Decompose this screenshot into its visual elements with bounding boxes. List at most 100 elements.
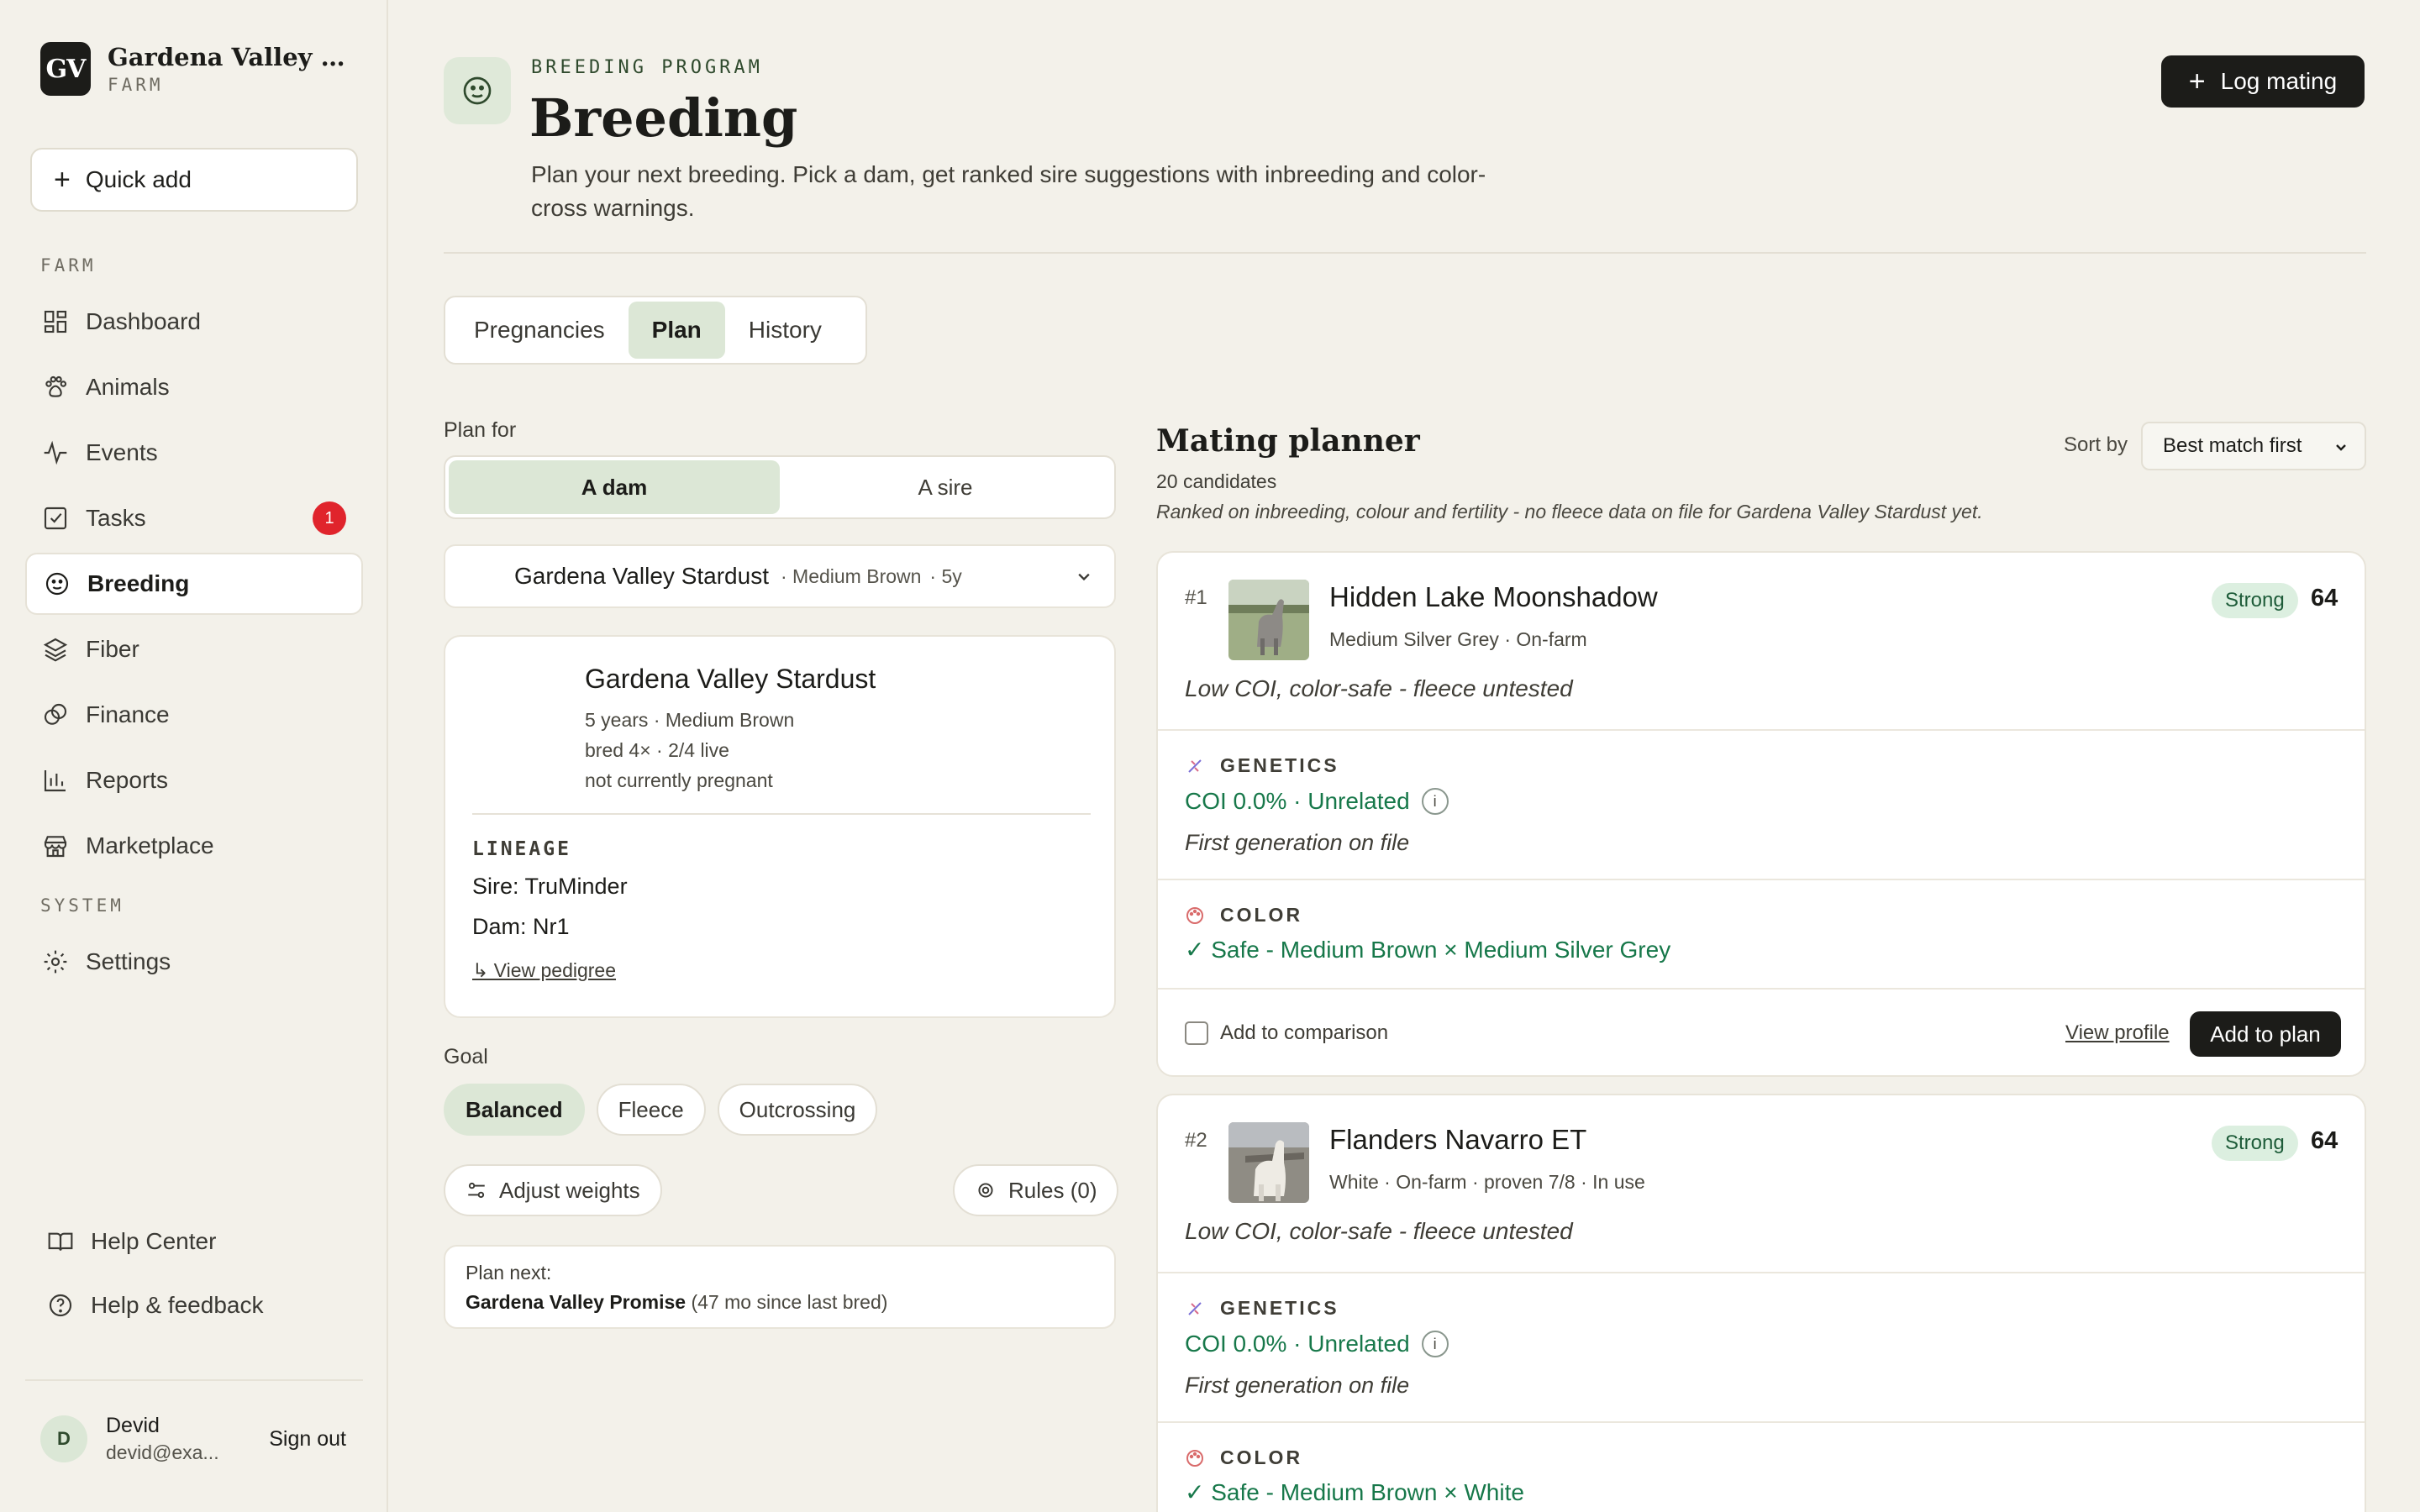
dna-icon [1188,1301,1202,1315]
sidebar-item-reports[interactable]: Reports [25,749,363,811]
match-score: 64 [2311,585,2338,612]
nav-section-system: SYSTEM [40,895,124,916]
view-profile-link[interactable]: View profile [2065,1021,2170,1045]
candidate-card: #1 Hidden Lake Moonshadow Medium Silver … [1156,551,2366,1077]
candidate-name[interactable]: Flanders Navarro ET [1329,1124,1586,1156]
plan-next-label: Plan next: [466,1262,552,1284]
coins-icon [42,701,69,728]
tab-plan[interactable]: Plan [628,302,725,359]
sidebar: GV Gardena Valley Alp... FARM + Quick ad… [0,0,388,1512]
match-score: 64 [2311,1127,2338,1154]
gear-icon [978,1183,993,1198]
info-icon[interactable]: i [1421,788,1449,815]
goal-balanced[interactable]: Balanced [444,1084,585,1136]
mating-planner-title: Mating planner [1156,423,1420,459]
animal-select-age: · 5y [929,564,962,587]
candidate-card: #2 Flanders Navarro ET White · On-farm ·… [1156,1094,2366,1512]
sort-select[interactable]: Best match first [2141,422,2366,470]
breeding-header-icon [444,57,511,124]
candidate-summary: Low COI, color-safe - fleece untested [1185,1218,1573,1244]
dam-age-color: 5 years · Medium Brown [585,709,795,731]
view-pedigree-link[interactable]: ↳ View pedigree [472,959,616,982]
log-mating-label: Log mating [2220,68,2338,94]
brand-logo: GV [40,42,91,96]
adjust-weights-button[interactable]: Adjust weights [444,1164,662,1216]
sidebar-item-label: Fiber [86,636,139,662]
user-email: devid@exa... [106,1441,219,1463]
brand[interactable]: GV Gardena Valley Alp... FARM [40,42,360,96]
brand-subtitle: FARM [108,75,164,95]
quick-add-button[interactable]: + Quick add [30,148,358,212]
candidate-name[interactable]: Hidden Lake Moonshadow [1329,581,1658,613]
plan-next-name: Gardena Valley Promise [466,1291,687,1313]
coi-text: COI 0.0% · Unrelated [1185,1331,1410,1357]
paw-icon [42,374,69,401]
dam-breeding-record: bred 4× · 2/4 live [585,739,729,761]
divider [472,813,1091,815]
goal-fleece[interactable]: Fleece [596,1084,706,1136]
layers-icon [42,636,69,663]
add-to-comparison-checkbox[interactable]: Add to comparison [1185,1021,1388,1045]
help-feedback-link[interactable]: Help & feedback [47,1292,263,1319]
goal-outcrossing[interactable]: Outcrossing [717,1084,878,1136]
sidebar-item-fiber[interactable]: Fiber [25,618,363,680]
sidebar-item-dashboard[interactable]: Dashboard [25,291,363,353]
candidate-actions: Add to comparison View profile Add to pl… [1158,988,2365,1075]
sidebar-item-label: Finance [86,701,170,727]
plus-icon: + [54,163,71,196]
sidebar-item-label: Settings [86,948,171,974]
color-heading: COLOR [1185,1446,1302,1469]
plan-for-dam-option[interactable]: A dam [449,460,780,514]
sidebar-item-label: Animals [86,374,170,400]
plus-icon: + [2188,65,2206,97]
sidebar-item-label: Dashboard [86,308,201,334]
genetics-heading-label: GENETICS [1220,754,1339,776]
plan-next-card[interactable]: Plan next: Gardena Valley Promise (47 mo… [444,1245,1116,1329]
candidate-rank: #2 [1185,1129,1207,1152]
rules-button[interactable]: Rules (0) [953,1164,1119,1216]
checkbox[interactable] [1185,1021,1208,1045]
plan-for-sire-option[interactable]: A sire [780,460,1111,514]
quick-add-label: Quick add [85,166,192,192]
info-icon[interactable]: i [1421,1331,1449,1357]
sidebar-item-label: Reports [86,767,169,793]
color-heading-label: COLOR [1220,904,1303,926]
sidebar-item-label: Tasks [86,505,146,531]
sidebar-item-marketplace[interactable]: Marketplace [25,815,363,877]
page-title: Breeding [529,87,798,149]
dam-name: Gardena Valley Stardust [585,664,876,694]
candidate-photo[interactable] [1228,1122,1309,1203]
brand-name: Gardena Valley Alp... [108,43,360,71]
sidebar-item-settings[interactable]: Settings [25,931,363,993]
sidebar-item-label: Events [86,439,158,465]
genetics-heading: GENETICS [1185,754,1339,777]
lineage-sire: Sire: TruMinder [472,874,628,899]
user-panel: D Devid devid@exa... Sign out [25,1379,363,1497]
lineage-heading: LINEAGE [472,838,571,860]
tab-history[interactable]: History [725,302,845,359]
coi-value: COI 0.0% · Unrelated i [1185,1331,1449,1357]
dam-pregnancy-status: not currently pregnant [585,769,773,791]
breeding-tabs: Pregnancies Plan History [444,296,867,365]
sidebar-item-events[interactable]: Events [25,422,363,484]
sign-out-button[interactable]: Sign out [269,1427,346,1452]
tasks-count-badge: 1 [313,501,346,535]
candidate-photo[interactable] [1228,580,1309,660]
sidebar-item-finance[interactable]: Finance [25,684,363,746]
sidebar-item-label: Breeding [87,570,190,596]
grid-icon [42,308,69,335]
plan-for-toggle: A dam A sire [444,455,1116,519]
sidebar-item-breeding[interactable]: Breeding [25,553,363,615]
question-circle-icon [49,1294,72,1317]
rules-label: Rules (0) [1008,1177,1097,1203]
bar-chart-icon [42,767,69,794]
help-center-link[interactable]: Help Center [47,1228,216,1255]
sidebar-item-animals[interactable]: Animals [25,356,363,418]
sidebar-item-tasks[interactable]: Tasks 1 [25,487,363,549]
animal-select[interactable]: Gardena Valley Stardust · Medium Brown ·… [444,544,1116,608]
log-mating-button[interactable]: + Log mating [2161,55,2365,108]
add-to-plan-button[interactable]: Add to plan [2190,1011,2341,1057]
page-description: Plan your next breeding. Pick a dam, get… [531,161,1486,221]
tab-pregnancies[interactable]: Pregnancies [450,302,629,359]
nav-section-farm: FARM [40,255,97,276]
